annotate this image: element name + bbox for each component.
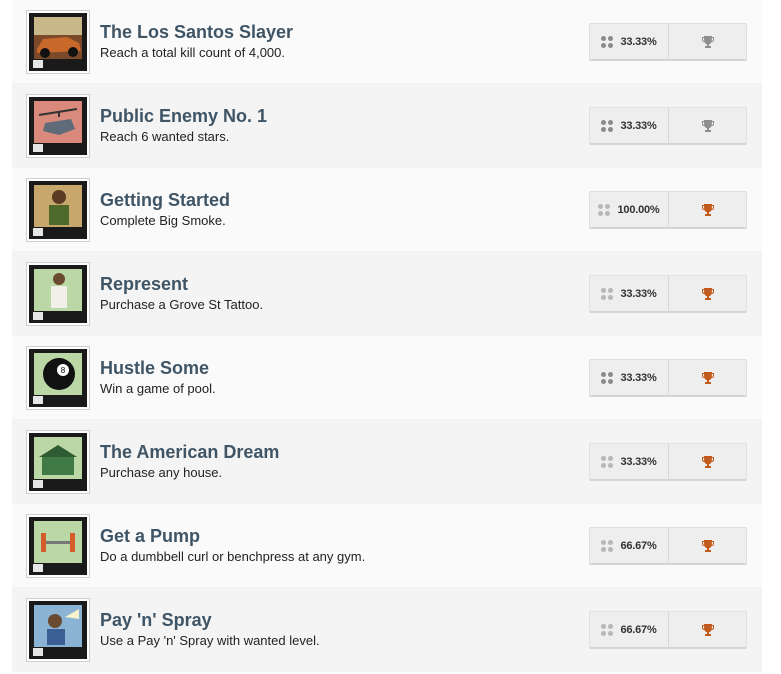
trophy-button[interactable] (669, 528, 746, 564)
achievement-stats: 33.33% (589, 107, 747, 145)
achievement-row: Pay 'n' Spray Use a Pay 'n' Spray with w… (12, 588, 762, 672)
trophy-button[interactable] (669, 24, 746, 60)
unlock-rate[interactable]: 33.33% (590, 108, 669, 144)
achievement-stats: 33.33% (589, 359, 747, 397)
unlock-percentage: 33.33% (620, 372, 657, 384)
spray-icon (29, 601, 87, 659)
dumbbell-icon (29, 517, 87, 575)
trophy-icon (701, 36, 714, 48)
rarity-dots-icon (601, 36, 614, 48)
trophy-icon (701, 456, 714, 468)
achievement-description: Win a game of pool. (100, 381, 216, 396)
rarity-dots-icon (601, 624, 614, 636)
achievement-description: Purchase any house. (100, 465, 223, 480)
rarity-dots-icon (601, 120, 614, 132)
achievement-row: Get a Pump Do a dumbbell curl or benchpr… (12, 504, 762, 588)
tattoo-icon (29, 265, 87, 323)
achievement-thumbnail[interactable] (26, 262, 90, 326)
achievement-stats: 33.33% (589, 275, 747, 313)
svg-text:8: 8 (61, 366, 66, 375)
achievement-thumbnail[interactable] (26, 514, 90, 578)
rarity-dots-icon (598, 204, 611, 216)
unlock-rate[interactable]: 33.33% (590, 24, 669, 60)
achievement-row: The American Dream Purchase any house. 3… (12, 420, 762, 504)
unlock-rate[interactable]: 33.33% (590, 360, 669, 396)
trophy-button[interactable] (669, 612, 746, 648)
eight-ball-icon: 8 (29, 349, 87, 407)
achievement-list: The Los Santos Slayer Reach a total kill… (12, 0, 762, 672)
trophy-icon (701, 288, 714, 300)
rarity-dots-icon (601, 540, 614, 552)
unlock-percentage: 33.33% (620, 120, 657, 132)
rarity-dots-icon (601, 456, 614, 468)
achievement-stats: 33.33% (589, 443, 747, 481)
achievement-thumbnail[interactable] (26, 598, 90, 662)
achievement-title[interactable]: Pay 'n' Spray (100, 609, 212, 631)
achievement-description: Complete Big Smoke. (100, 213, 226, 228)
achievement-thumbnail[interactable] (26, 178, 90, 242)
achievement-thumbnail[interactable] (26, 94, 90, 158)
achievement-title[interactable]: The Los Santos Slayer (100, 21, 293, 43)
unlock-rate[interactable]: 33.33% (590, 444, 669, 480)
unlock-percentage: 33.33% (620, 456, 657, 468)
achievement-thumbnail[interactable]: 8 (26, 346, 90, 410)
unlock-rate[interactable]: 66.67% (590, 528, 669, 564)
achievement-thumbnail[interactable] (26, 10, 90, 74)
achievement-description: Do a dumbbell curl or benchpress at any … (100, 549, 366, 564)
achievement-title[interactable]: Hustle Some (100, 357, 209, 379)
trophy-icon (701, 540, 714, 552)
trophy-icon (701, 372, 714, 384)
achievement-row: The Los Santos Slayer Reach a total kill… (12, 0, 762, 84)
house-icon (29, 433, 87, 491)
achievement-row: 8 Hustle Some Win a game of pool. 33.33% (12, 336, 762, 420)
achievement-description: Purchase a Grove St Tattoo. (100, 297, 264, 312)
unlock-percentage: 33.33% (620, 36, 657, 48)
achievement-title[interactable]: The American Dream (100, 441, 279, 463)
unlock-percentage: 33.33% (620, 288, 657, 300)
trophy-button[interactable] (669, 360, 746, 396)
achievement-title[interactable]: Getting Started (100, 189, 230, 211)
trophy-icon (701, 120, 714, 132)
achievement-title[interactable]: Public Enemy No. 1 (100, 105, 267, 127)
trophy-button[interactable] (669, 192, 746, 228)
rarity-dots-icon (601, 372, 614, 384)
rarity-dots-icon (601, 288, 614, 300)
achievement-title[interactable]: Represent (100, 273, 188, 295)
achievement-description: Reach a total kill count of 4,000. (100, 45, 286, 60)
car-icon (29, 13, 87, 71)
trophy-button[interactable] (669, 444, 746, 480)
unlock-rate[interactable]: 100.00% (590, 192, 669, 228)
achievement-stats: 66.67% (589, 527, 747, 565)
achievement-description: Use a Pay 'n' Spray with wanted level. (100, 633, 320, 648)
trophy-button[interactable] (669, 108, 746, 144)
unlock-rate[interactable]: 33.33% (590, 276, 669, 312)
unlock-percentage: 100.00% (617, 204, 660, 216)
trophy-icon (701, 204, 714, 216)
achievement-row: Getting Started Complete Big Smoke. 100.… (12, 168, 762, 252)
unlock-rate[interactable]: 66.67% (590, 612, 669, 648)
achievement-description: Reach 6 wanted stars. (100, 129, 230, 144)
achievement-row: Public Enemy No. 1 Reach 6 wanted stars.… (12, 84, 762, 168)
unlock-percentage: 66.67% (620, 624, 657, 636)
character-icon (29, 181, 87, 239)
achievement-stats: 33.33% (589, 23, 747, 61)
achievement-title[interactable]: Get a Pump (100, 525, 200, 547)
helicopter-icon (29, 97, 87, 155)
trophy-icon (701, 624, 714, 636)
achievement-thumbnail[interactable] (26, 430, 90, 494)
trophy-button[interactable] (669, 276, 746, 312)
unlock-percentage: 66.67% (620, 540, 657, 552)
achievement-stats: 66.67% (589, 611, 747, 649)
achievement-stats: 100.00% (589, 191, 747, 229)
achievement-row: Represent Purchase a Grove St Tattoo. 33… (12, 252, 762, 336)
